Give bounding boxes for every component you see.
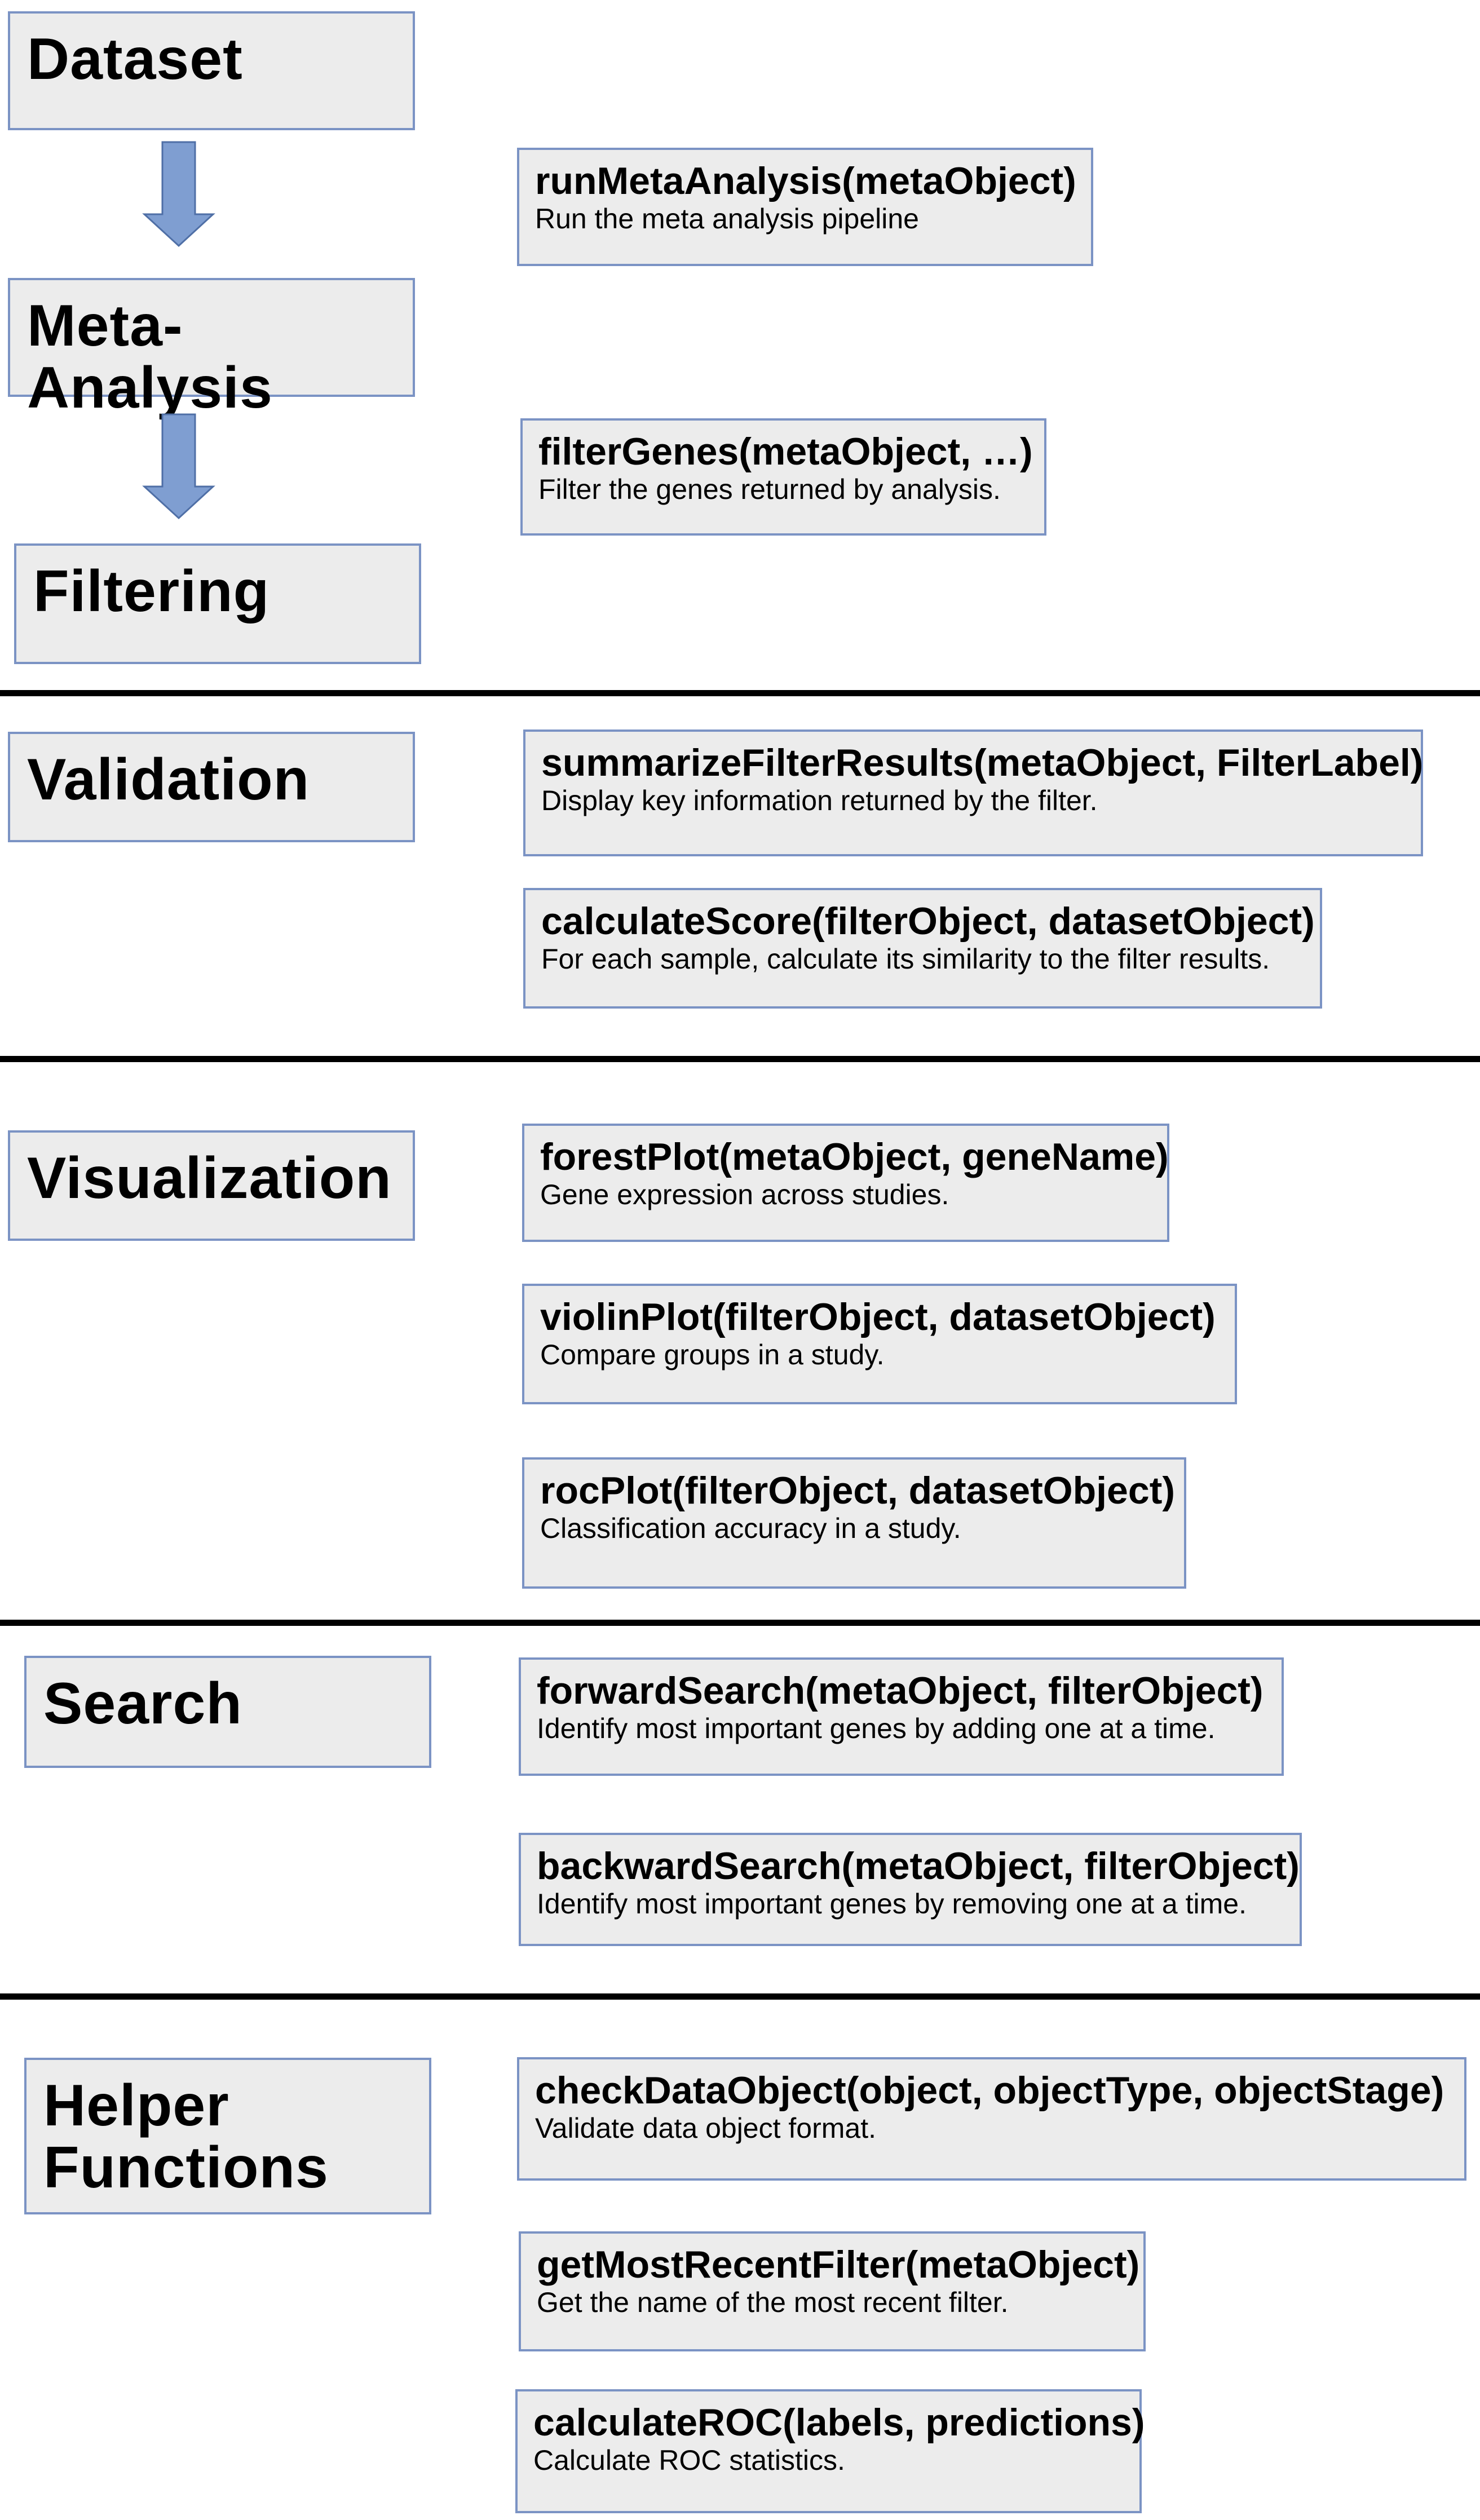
stage-meta-analysis-label: Meta-Analysis [27,293,273,421]
section-divider [0,1620,1480,1626]
fn-get-most-recent-filter: getMostRecentFilter(metaObject) Get the … [519,2231,1146,2351]
fn-backward-search-name: backwardSearch(metaObject, filterObject) [537,1845,1300,1887]
stage-filtering-label: Filtering [33,559,270,624]
fn-filter-genes-desc: Filter the genes returned by analysis. [538,474,1001,505]
fn-run-meta-analysis-desc: Run the meta analysis pipeline [535,203,919,235]
fn-filter-genes-name: filterGenes(metaObject, …) [538,430,1033,473]
fn-run-meta-analysis-name: runMetaAnalysis(metaObject) [535,160,1076,202]
stage-dataset: Dataset [8,11,415,130]
fn-roc-plot-name: rocPlot(filterObject, datasetObject) [540,1469,1175,1512]
fn-forward-search-desc: Identify most important genes by adding … [537,1713,1216,1744]
fn-summarize-filter-results-name: summarizeFilterResults(metaObject, Filte… [541,741,1424,784]
section-helper-functions-label: Helper Functions [43,2073,329,2200]
down-arrow-icon [142,413,215,520]
fn-calculate-roc-name: calculateROC(labels, predictions) [533,2401,1145,2444]
fn-check-data-object: checkDataObject(object, objectType, obje… [517,2057,1466,2181]
fn-roc-plot: rocPlot(filterObject, datasetObject) Cla… [522,1457,1186,1589]
fn-get-most-recent-filter-name: getMostRecentFilter(metaObject) [537,2243,1140,2286]
fn-check-data-object-name: checkDataObject(object, objectType, obje… [535,2069,1444,2112]
fn-calculate-roc-desc: Calculate ROC statistics. [533,2444,845,2476]
fn-filter-genes: filterGenes(metaObject, …) Filter the ge… [520,418,1046,536]
fn-backward-search-desc: Identify most important genes by removin… [537,1888,1247,1920]
section-divider [0,690,1480,696]
fn-forward-search-name: forwardSearch(metaObject, filterObject) [537,1669,1263,1712]
fn-backward-search: backwardSearch(metaObject, filterObject)… [519,1833,1302,1946]
fn-calculate-roc: calculateROC(labels, predictions) Calcul… [515,2389,1145,2513]
fn-calculate-score: calculateScore(filterObject, datasetObje… [523,888,1322,1009]
fn-violin-plot-desc: Compare groups in a study. [540,1339,885,1370]
fn-forest-plot-desc: Gene expression across studies. [540,1179,949,1210]
fn-check-data-object-desc: Validate data object format. [535,2112,876,2144]
fn-violin-plot: violinPlot(filterObject, datasetObject) … [522,1284,1237,1404]
section-visualization-label: Visualization [27,1146,392,1211]
section-visualization: Visualization [8,1130,415,1241]
section-search-label: Search [43,1671,242,1736]
stage-meta-analysis: Meta-Analysis [8,278,415,419]
fn-forest-plot: forestPlot(metaObject, geneName) Gene ex… [522,1124,1169,1242]
section-validation-label: Validation [27,747,310,812]
section-validation: Validation [8,732,415,842]
section-search: Search [24,1656,431,1768]
fn-roc-plot-desc: Classification accuracy in a study. [540,1513,961,1544]
fn-violin-plot-name: violinPlot(filterObject, datasetObject) [540,1296,1216,1338]
fn-calculate-score-name: calculateScore(filterObject, datasetObje… [541,900,1315,943]
fn-calculate-score-desc: For each sample, calculate its similarit… [541,943,1270,975]
stage-filtering: Filtering [14,543,421,664]
fn-get-most-recent-filter-desc: Get the name of the most recent filter. [537,2287,1009,2318]
fn-summarize-filter-results: summarizeFilterResults(metaObject, Filte… [523,730,1423,856]
fn-forward-search: forwardSearch(metaObject, filterObject) … [519,1657,1284,1776]
fn-forest-plot-name: forestPlot(metaObject, geneName) [540,1135,1169,1178]
fn-run-meta-analysis: runMetaAnalysis(metaObject) Run the meta… [517,148,1093,266]
down-arrow-icon [142,141,215,247]
section-helper-functions: Helper Functions [24,2058,431,2214]
stage-dataset-label: Dataset [27,26,243,92]
section-divider [0,1993,1480,2000]
fn-summarize-filter-results-desc: Display key information returned by the … [541,785,1098,816]
section-divider [0,1056,1480,1062]
